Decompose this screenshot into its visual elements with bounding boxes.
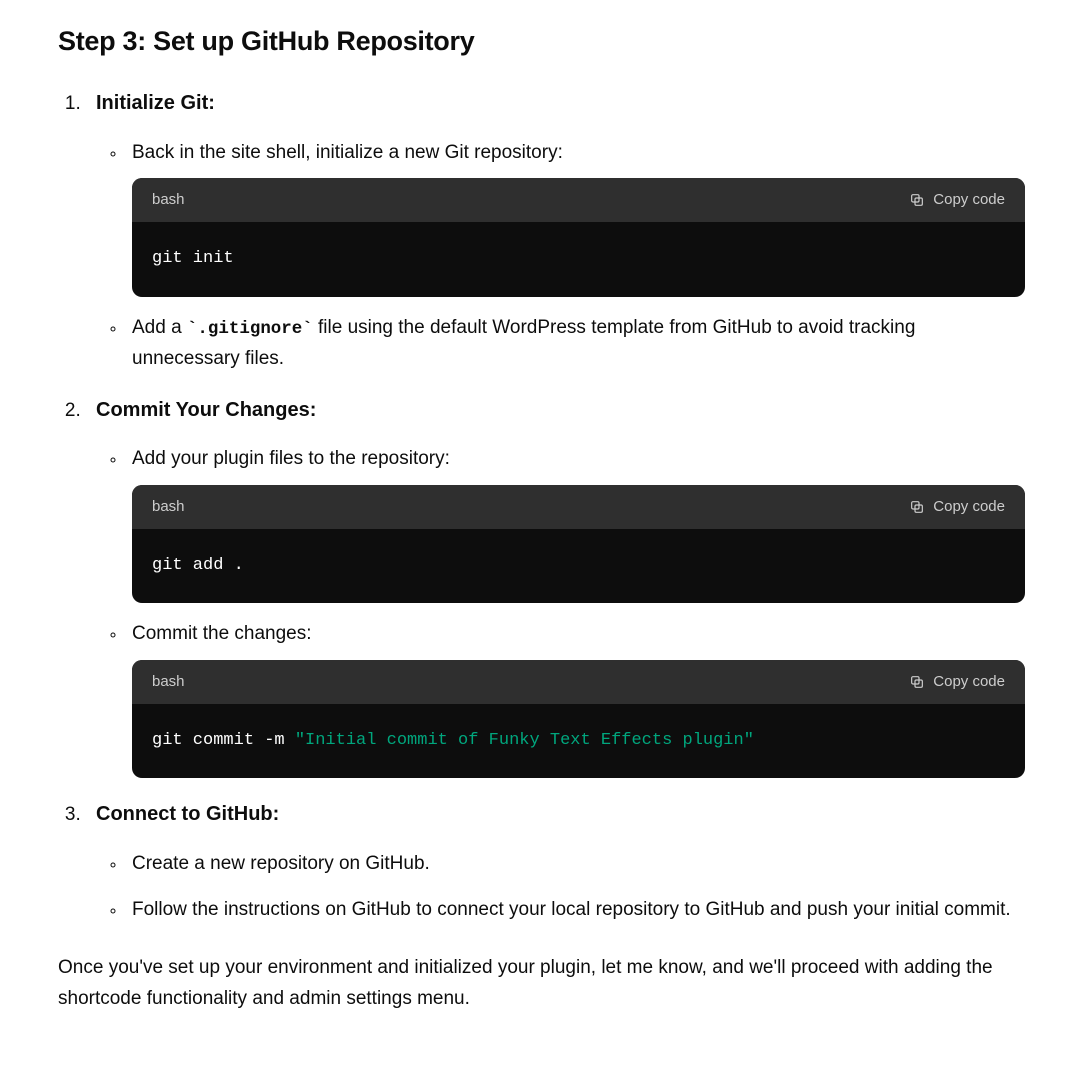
sub-list: Add your plugin files to the repository:… [96,444,1025,778]
bullet-text: Create a new repository on GitHub. [132,853,430,874]
code-block: bash Copy code git init [132,178,1025,297]
step-title: Commit Your Changes: [96,399,316,421]
copy-code-button[interactable]: Copy code [909,673,1005,690]
code-content: git commit -m "Initial commit of Funky T… [132,704,1025,779]
list-item: Commit the changes: bash Copy code git c… [126,619,1025,778]
list-item: Add your plugin files to the repository:… [126,444,1025,603]
inline-code: `.gitignore` [187,319,313,339]
bullet-text: Follow the instructions on GitHub to con… [132,899,1011,920]
copy-icon [909,192,925,208]
code-block: bash Copy code git commit -m "Initial co… [132,660,1025,779]
outro-paragraph: Once you've set up your environment and … [58,953,1025,1014]
copy-icon [909,674,925,690]
sub-list: Create a new repository on GitHub. Follo… [96,849,1025,926]
bullet-text: Add your plugin files to the repository: [132,448,450,469]
list-item: Back in the site shell, initialize a new… [126,138,1025,297]
list-item: Create a new repository on GitHub. [126,849,1025,879]
code-content: git add . [132,529,1025,604]
code-lang-label: bash [152,670,185,694]
code-lang-label: bash [152,188,185,212]
copy-label: Copy code [933,498,1005,515]
copy-label: Copy code [933,191,1005,208]
list-item: Add a `.gitignore` file using the defaul… [126,313,1025,374]
step-item: Commit Your Changes: Add your plugin fil… [86,394,1025,778]
code-header: bash Copy code [132,178,1025,222]
code-header: bash Copy code [132,660,1025,704]
step-item: Connect to GitHub: Create a new reposito… [86,798,1025,925]
bullet-text: Commit the changes: [132,623,312,644]
bullet-text-pre: Add a [132,317,187,338]
step-item: Initialize Git: Back in the site shell, … [86,87,1025,374]
list-item: Follow the instructions on GitHub to con… [126,895,1025,925]
step-title: Initialize Git: [96,92,215,114]
code-header: bash Copy code [132,485,1025,529]
copy-code-button[interactable]: Copy code [909,498,1005,515]
ordered-steps: Initialize Git: Back in the site shell, … [58,87,1025,925]
code-block: bash Copy code git add . [132,485,1025,604]
step-heading: Step 3: Set up GitHub Repository [58,20,1025,63]
copy-code-button[interactable]: Copy code [909,191,1005,208]
copy-icon [909,499,925,515]
code-lang-label: bash [152,495,185,519]
sub-list: Back in the site shell, initialize a new… [96,138,1025,374]
code-content: git init [132,222,1025,297]
bullet-text: Back in the site shell, initialize a new… [132,142,563,163]
step-title: Connect to GitHub: [96,803,279,825]
copy-label: Copy code [933,673,1005,690]
